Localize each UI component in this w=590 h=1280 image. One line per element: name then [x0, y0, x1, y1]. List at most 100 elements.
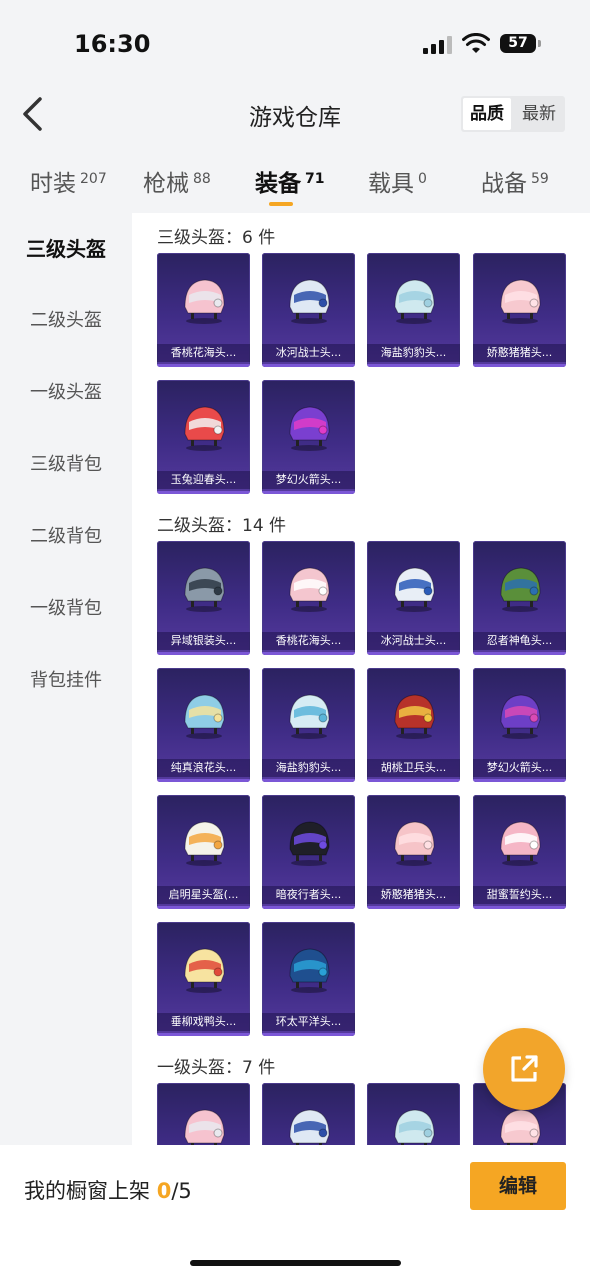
helmet-icon	[289, 406, 330, 451]
rarity-stripe	[157, 364, 250, 367]
status-time: 16:30	[74, 30, 151, 58]
item-card[interactable]	[367, 1083, 460, 1145]
share-button[interactable]	[483, 1028, 565, 1110]
sidebar-item-level2-helmet[interactable]: 二级头盔	[0, 285, 132, 357]
item-name: 玉兔迎春头...	[157, 471, 250, 489]
sort-latest-button[interactable]: 最新	[515, 98, 563, 130]
helmet-icon	[184, 406, 225, 451]
sidebar-item-level3-backpack[interactable]: 三级背包	[0, 429, 132, 501]
item-name: 垂柳戏鸭头...	[157, 1013, 250, 1031]
helmet-icon	[289, 567, 330, 612]
helmet-icon	[184, 694, 225, 739]
item-name: 环太平洋头...	[262, 1013, 355, 1031]
item-card[interactable]: 娇憨猪猪头...	[367, 795, 460, 909]
item-card[interactable]: 香桃花海头...	[262, 541, 355, 655]
tab-fashion[interactable]: 时装 207	[30, 164, 107, 198]
item-card[interactable]: 冰河战士头...	[262, 253, 355, 367]
item-grid-panel[interactable]: 三级头盔：6 件香桃花海头... 冰河战士头... 海盐豹豹头... 娇憨猪猪头...…	[132, 213, 590, 1145]
item-card[interactable]: 冰河战士头...	[367, 541, 460, 655]
showcase-label: 我的橱窗上架	[24, 1179, 150, 1203]
home-indicator	[190, 1260, 401, 1266]
item-card[interactable]: 娇憨猪猪头...	[473, 253, 566, 367]
sidebar-item-level1-helmet[interactable]: 一级头盔	[0, 357, 132, 429]
rarity-stripe	[157, 906, 250, 909]
item-name: 暗夜行者头...	[262, 886, 355, 904]
helmet-icon	[289, 1109, 330, 1145]
helmet-icon	[289, 821, 330, 866]
tab-count: 0	[418, 171, 427, 187]
category-tabs: 时装 207 枪械 88 装备 71 载具 0 战备 59	[0, 158, 590, 208]
item-name: 甜蜜誓约头...	[473, 886, 566, 904]
item-card[interactable]: 异域银装头...	[157, 541, 250, 655]
item-card[interactable]: 梦幻火箭头...	[262, 380, 355, 494]
item-card[interactable]: 启明星头盔(...	[157, 795, 250, 909]
rarity-stripe	[367, 779, 460, 782]
sort-toggle: 品质 最新	[461, 96, 565, 132]
tab-label: 战备	[481, 171, 527, 197]
item-card[interactable]: 纯真浪花头...	[157, 668, 250, 782]
sidebar-item-backpack-charm[interactable]: 背包挂件	[0, 645, 132, 717]
item-name: 冰河战士头...	[367, 632, 460, 650]
wifi-icon	[462, 33, 490, 53]
battery-icon: 57	[500, 34, 541, 53]
item-name: 纯真浪花头...	[157, 759, 250, 777]
edit-button[interactable]: 编辑	[470, 1162, 566, 1210]
rarity-stripe	[157, 779, 250, 782]
sidebar-item-level1-backpack[interactable]: 一级背包	[0, 573, 132, 645]
back-arrow-icon[interactable]	[18, 96, 48, 132]
item-card[interactable]: 忍者神龟头...	[473, 541, 566, 655]
item-name: 梦幻火箭头...	[473, 759, 566, 777]
showcase-bar: 我的橱窗上架 0/5 编辑	[0, 1145, 590, 1280]
item-card[interactable]: 海盐豹豹头...	[262, 668, 355, 782]
sidebar-item-level3-helmet[interactable]: 三级头盔	[0, 213, 132, 285]
item-name: 忍者神龟头...	[473, 632, 566, 650]
rarity-stripe	[262, 491, 355, 494]
tab-label: 载具	[368, 171, 414, 197]
item-card[interactable]: 海盐豹豹头...	[367, 253, 460, 367]
item-card[interactable]: 香桃花海头...	[157, 253, 250, 367]
helmet-icon	[500, 694, 541, 739]
item-card[interactable]: 甜蜜誓约头...	[473, 795, 566, 909]
item-card[interactable]: 垂柳戏鸭头...	[157, 922, 250, 1036]
helmet-icon	[184, 948, 225, 993]
item-name: 启明星头盔(...	[157, 886, 250, 904]
rarity-stripe	[367, 652, 460, 655]
rarity-stripe	[367, 364, 460, 367]
rarity-stripe	[367, 906, 460, 909]
rarity-stripe	[157, 652, 250, 655]
rarity-stripe	[262, 364, 355, 367]
item-name: 海盐豹豹头...	[262, 759, 355, 777]
item-card[interactable]: 暗夜行者头...	[262, 795, 355, 909]
tab-vehicles[interactable]: 载具 0	[368, 164, 427, 198]
tab-guns[interactable]: 枪械 88	[143, 164, 211, 198]
section-title: 三级头盔：6 件	[157, 228, 276, 248]
item-name: 胡桃卫兵头...	[367, 759, 460, 777]
helmet-icon	[184, 279, 225, 324]
status-bar: 16:30 57	[0, 0, 590, 90]
item-card[interactable]: 胡桃卫兵头...	[367, 668, 460, 782]
rarity-stripe	[262, 652, 355, 655]
rarity-stripe	[157, 491, 250, 494]
nav-header: 游戏仓库 品质 最新	[0, 90, 590, 140]
showcase-current-count: 0	[156, 1179, 172, 1203]
item-card[interactable]: 玉兔迎春头...	[157, 380, 250, 494]
item-name: 娇憨猪猪头...	[473, 344, 566, 362]
item-name: 冰河战士头...	[262, 344, 355, 362]
item-card[interactable]	[262, 1083, 355, 1145]
item-name: 异域银装头...	[157, 632, 250, 650]
helmet-icon	[500, 279, 541, 324]
tab-equipment[interactable]: 装备 71	[255, 164, 324, 206]
sort-quality-button[interactable]: 品质	[463, 98, 511, 130]
share-icon	[511, 1055, 538, 1082]
tab-count: 88	[193, 171, 211, 187]
helmet-icon	[289, 279, 330, 324]
tab-gear[interactable]: 战备 59	[481, 164, 549, 198]
item-card[interactable]: 梦幻火箭头...	[473, 668, 566, 782]
item-name: 娇憨猪猪头...	[367, 886, 460, 904]
helmet-icon	[289, 948, 330, 993]
item-card[interactable]: 环太平洋头...	[262, 922, 355, 1036]
item-card[interactable]	[157, 1083, 250, 1145]
helmet-icon	[394, 567, 435, 612]
sidebar-item-level2-backpack[interactable]: 二级背包	[0, 501, 132, 573]
item-name: 海盐豹豹头...	[367, 344, 460, 362]
